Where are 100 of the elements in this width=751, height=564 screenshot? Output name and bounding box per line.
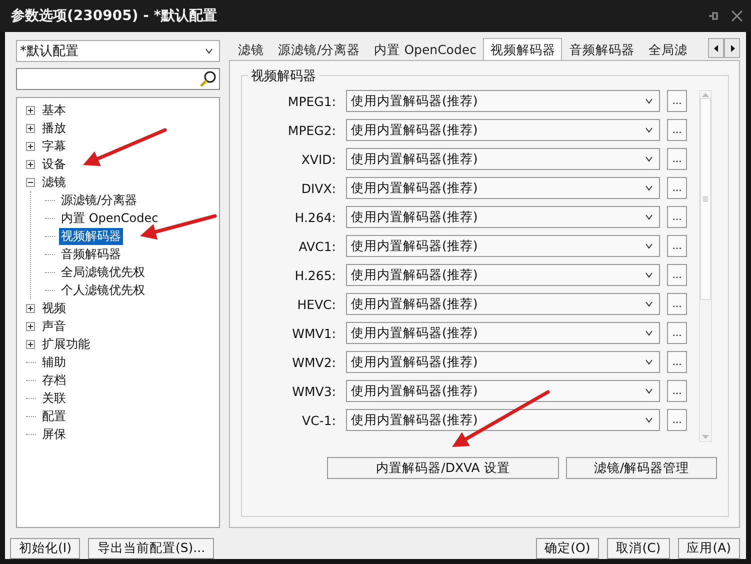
window-title: 参数选项(230905) - *默认配置 [11,7,218,25]
close-icon[interactable] [731,10,743,22]
tab[interactable]: 全局滤 [641,38,694,60]
more-button[interactable]: ... [667,351,687,373]
tab[interactable]: 滤镜 [231,38,271,60]
expand-icon[interactable] [26,124,35,132]
dialog-button[interactable]: 取消(C) [607,538,670,559]
tree-item[interactable]: 屏保 [40,426,68,442]
more-button[interactable]: ... [667,206,687,228]
more-button[interactable]: ... [667,293,687,315]
decoder-dropdown[interactable]: 使用内置解码器(推荐) [346,409,660,431]
codec-label: MPEG2: [286,122,337,138]
caret-icon [645,330,653,336]
search-field[interactable] [16,68,220,90]
expand-icon[interactable] [26,304,35,312]
codec-label: WMV3: [291,384,337,398]
decoder-dropdown[interactable]: 使用内置解码器(推荐) [346,351,660,373]
caret-icon [645,272,653,278]
caret-icon [645,243,653,249]
more-button[interactable]: ... [667,148,687,170]
more-button[interactable]: ... [667,235,687,257]
decoder-dropdown[interactable]: 使用内置解码器(推荐) [346,177,660,199]
tab[interactable]: 内置 OpenCodec [367,38,484,60]
decoder-dropdown[interactable]: 使用内置解码器(推荐) [346,322,660,344]
tab[interactable]: 音频解码器 [562,38,642,60]
tree-item[interactable]: 源滤镜/分离器 [59,192,140,208]
more-button[interactable]: ... [667,380,687,402]
caret-icon [205,48,213,54]
tree-item[interactable]: 配置 [40,408,68,424]
tree-item[interactable]: 内置 OpenCodec [59,210,160,226]
decoder-dropdown[interactable]: 使用内置解码器(推荐) [346,293,660,315]
codec-label: DIVX: [300,180,337,196]
more-button[interactable]: ... [667,322,687,344]
tree-item[interactable]: 存档 [40,372,68,388]
search-icon[interactable] [199,70,217,88]
tree-item[interactable]: 滤镜 [40,174,68,190]
codec-label: AVC1: [298,238,337,254]
decoder-dropdown[interactable]: 使用内置解码器(推荐) [346,264,660,286]
tree-item[interactable]: 音频解码器 [59,246,123,262]
codec-label: XVID: [300,152,337,166]
caret-icon [645,214,653,220]
expand-icon[interactable] [26,106,35,114]
collapse-icon[interactable] [26,178,35,186]
footer-button[interactable]: 初始化(I) [10,538,80,559]
tree-item[interactable]: 基本 [40,102,68,118]
pin-icon[interactable] [707,10,719,22]
tree-item[interactable]: 字幕 [40,138,68,154]
expand-icon[interactable] [26,322,35,330]
decoder-dropdown[interactable]: 使用内置解码器(推荐) [346,380,660,402]
more-button[interactable]: ... [667,264,687,286]
scroll-left-button[interactable] [708,38,724,58]
codec-label: MPEG1: [286,94,337,108]
decoder-dropdown[interactable]: 使用内置解码器(推荐) [346,206,660,228]
codec-label: H.264: [294,210,337,224]
expand-icon[interactable] [26,160,35,168]
decoder-dropdown[interactable]: 使用内置解码器(推荐) [346,119,660,141]
tree-item[interactable]: 辅助 [40,354,68,370]
tree-item[interactable]: 全局滤镜优先权 [59,264,147,280]
caret-icon [645,156,653,162]
action-button[interactable]: 内置解码器/DXVA 设置 [327,457,559,479]
action-button[interactable]: 滤镜/解码器管理 [566,457,717,479]
left-triangle-icon[interactable] [714,44,718,52]
tab[interactable]: 源滤镜/分离器 [271,38,368,60]
more-button[interactable]: ... [667,177,687,199]
tree-item[interactable]: 个人滤镜优先权 [59,282,147,298]
expand-icon[interactable] [26,142,35,150]
tree-item[interactable]: 声音 [40,318,68,334]
codec-label: H.265: [294,268,337,282]
tab[interactable]: 视频解码器 [483,38,562,60]
more-button[interactable]: ... [667,90,687,112]
right-triangle-icon[interactable] [730,44,734,52]
more-button[interactable]: ... [667,119,687,141]
scrollbar[interactable] [699,90,712,442]
tree-item[interactable]: 视频 [40,300,68,316]
profile-dropdown[interactable]: *默认配置 [16,40,220,62]
tree-item[interactable]: 播放 [40,120,68,136]
codec-label: VC-1: [301,412,337,428]
dialog-button[interactable]: 确定(O) [536,538,600,559]
decoder-dropdown[interactable]: 使用内置解码器(推荐) [346,90,660,112]
decoder-dropdown[interactable]: 使用内置解码器(推荐) [346,148,660,170]
caret-icon [645,359,653,365]
caret-icon [645,417,653,423]
dialog-button[interactable]: 应用(A) [678,538,740,559]
caret-icon [645,185,653,191]
group-title: 视频解码器 [248,67,319,85]
caret-icon [645,98,653,104]
scroll-right-button[interactable] [724,38,740,58]
tree-item[interactable]: 关联 [40,390,68,406]
more-button[interactable]: ... [667,409,687,431]
codec-label: WMV1: [291,326,337,340]
caret-icon [645,388,653,394]
decoder-dropdown[interactable]: 使用内置解码器(推荐) [346,235,660,257]
tree-item[interactable]: 扩展功能 [40,336,92,352]
footer-button[interactable]: 导出当前配置(S)... [88,538,214,559]
grip-icon[interactable] [703,196,708,202]
expand-icon[interactable] [26,340,35,348]
codec-label: HEVC: [296,296,337,312]
codec-label: WMV2: [291,354,337,370]
tree-item[interactable]: 设备 [40,156,68,172]
tree-item[interactable]: 视频解码器 [59,228,123,244]
